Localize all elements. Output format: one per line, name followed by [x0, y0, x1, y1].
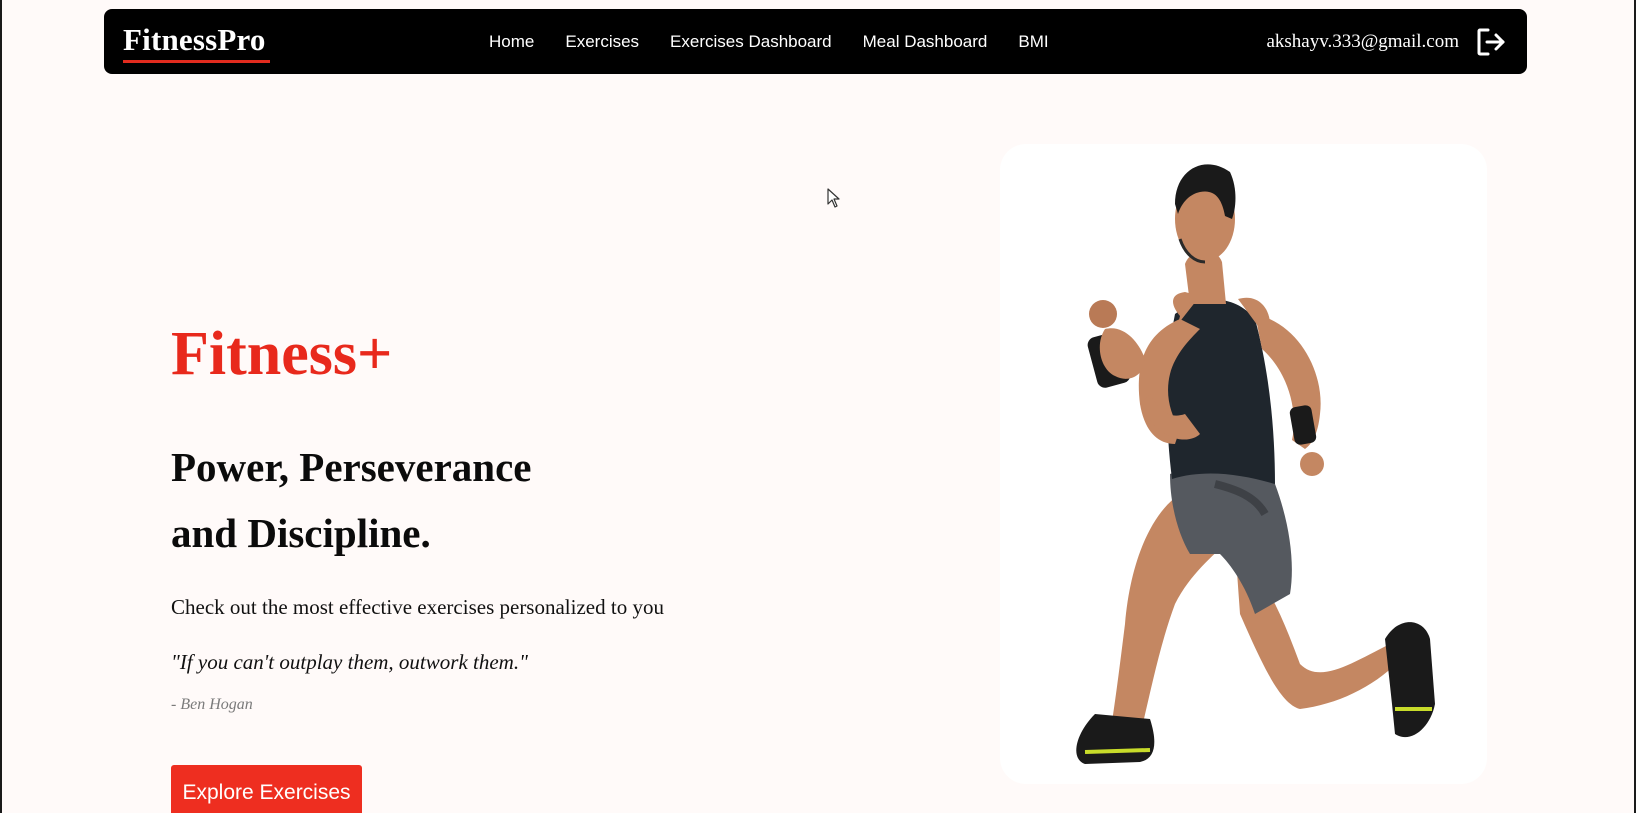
hero-heading-line2: and Discipline.	[171, 510, 431, 556]
hero-subtitle: Check out the most effective exercises p…	[171, 595, 664, 619]
nav-links: Home Exercises Exercises Dashboard Meal …	[489, 9, 1080, 74]
page: FitnessPro Home Exercises Exercises Dash…	[0, 0, 1636, 813]
hero-image	[1000, 144, 1487, 784]
hero-quote-author: - Ben Hogan	[171, 696, 253, 713]
hero-heading-line1: Power, Perseverance	[171, 444, 532, 490]
hero-title: Fitness+	[171, 320, 393, 388]
logout-icon[interactable]	[1475, 26, 1507, 58]
brand-logo[interactable]: FitnessPro	[123, 22, 266, 58]
nav-link-exercises-dashboard[interactable]: Exercises Dashboard	[670, 32, 832, 52]
user-email: akshayv.333@gmail.com	[1266, 31, 1459, 52]
nav-link-exercises[interactable]: Exercises	[565, 32, 639, 52]
nav-link-home[interactable]: Home	[489, 32, 534, 52]
explore-exercises-button[interactable]: Explore Exercises	[171, 765, 362, 813]
nav-link-meal-dashboard[interactable]: Meal Dashboard	[863, 32, 988, 52]
hero-heading: Power, Perseverance and Discipline.	[171, 434, 691, 566]
navbar: FitnessPro Home Exercises Exercises Dash…	[104, 9, 1527, 74]
mouse-cursor-icon	[827, 188, 840, 208]
hero-quote: "If you can't outplay them, outwork them…	[171, 650, 528, 674]
nav-link-bmi[interactable]: BMI	[1018, 32, 1048, 52]
athlete-running-image	[1076, 164, 1435, 764]
window-border-left	[0, 0, 2, 813]
brand-underline	[123, 60, 270, 63]
